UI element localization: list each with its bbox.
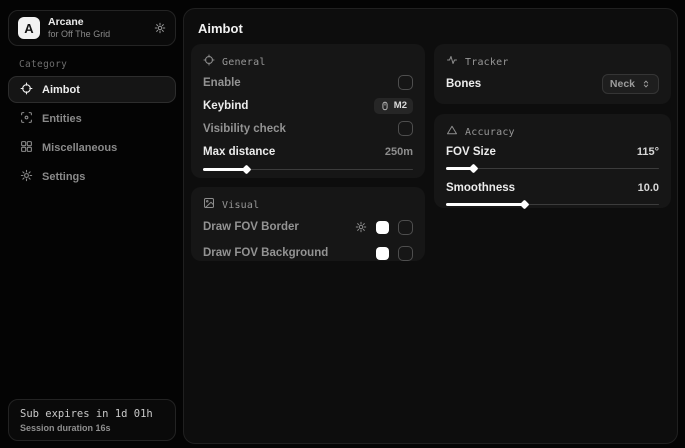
app-name: Arcane xyxy=(48,16,110,29)
card-title: General xyxy=(222,57,266,68)
fov-size-slider[interactable] xyxy=(446,164,659,172)
max-distance-slider[interactable] xyxy=(203,165,413,173)
sidebar-item-label: Settings xyxy=(42,171,85,183)
fov-size-label: FOV Size xyxy=(446,146,496,158)
smoothness-label: Smoothness xyxy=(446,182,515,194)
card-accuracy: Accuracy FOV Size 115° Smoothness 10.0 xyxy=(434,114,671,208)
fov-background-color-swatch[interactable] xyxy=(376,247,389,260)
main-panel: Aimbot General Enable Keybind M2 xyxy=(183,8,678,444)
activity-icon xyxy=(446,53,458,71)
gear-icon[interactable] xyxy=(355,221,367,233)
subscription-card: Sub expires in 1d 01h Session duration 1… xyxy=(8,399,176,441)
enable-checkbox[interactable] xyxy=(398,75,413,90)
grid-icon xyxy=(20,140,33,156)
slider-thumb[interactable] xyxy=(468,164,478,174)
fov-border-color-swatch[interactable] xyxy=(376,221,389,234)
sidebar-item-aimbot[interactable]: Aimbot xyxy=(8,76,176,103)
max-distance-value: 250m xyxy=(385,146,413,158)
fov-border-label: Draw FOV Border xyxy=(203,221,299,233)
app-logo: A xyxy=(18,17,40,39)
bones-label: Bones xyxy=(446,78,481,90)
triangle-icon xyxy=(446,123,458,141)
fov-border-checkbox[interactable] xyxy=(398,220,413,235)
gear-icon xyxy=(20,169,33,185)
fov-background-label: Draw FOV Background xyxy=(203,247,328,259)
app-header: A Arcane for Off The Grid xyxy=(8,10,176,46)
sidebar-item-label: Miscellaneous xyxy=(42,142,117,154)
smoothness-slider[interactable] xyxy=(446,200,659,208)
bones-select[interactable]: Neck xyxy=(602,74,659,94)
session-duration-text: Session duration 16s xyxy=(20,423,164,433)
sidebar: A Arcane for Off The Grid Category Aimbo… xyxy=(8,10,176,441)
fov-size-value: 115° xyxy=(637,146,659,158)
card-general: General Enable Keybind M2 Visibility che… xyxy=(191,44,425,178)
card-title: Accuracy xyxy=(465,127,515,138)
sidebar-item-label: Aimbot xyxy=(42,84,80,96)
smoothness-value: 10.0 xyxy=(638,182,659,194)
card-tracker: Tracker Bones Neck xyxy=(434,44,671,104)
gear-icon[interactable] xyxy=(154,22,166,34)
sidebar-item-miscellaneous[interactable]: Miscellaneous xyxy=(8,134,176,161)
image-icon xyxy=(203,196,215,214)
card-title: Visual xyxy=(222,200,259,211)
row-fov-border: Draw FOV Border xyxy=(203,215,413,239)
category-label: Category xyxy=(19,59,176,70)
visibility-checkbox[interactable] xyxy=(398,121,413,136)
keybind-label: Keybind xyxy=(203,100,248,112)
chevrons-up-down-icon xyxy=(641,79,651,89)
row-fov-background: Draw FOV Background xyxy=(203,241,413,265)
crosshair-icon xyxy=(203,53,215,71)
page-title: Aimbot xyxy=(198,21,243,36)
sidebar-item-label: Entities xyxy=(42,113,82,125)
sidebar-item-entities[interactable]: Entities xyxy=(8,105,176,132)
fov-background-checkbox[interactable] xyxy=(398,246,413,261)
max-distance-label: Max distance xyxy=(203,146,275,158)
crosshair-icon xyxy=(20,82,33,98)
row-enable: Enable xyxy=(203,72,413,93)
enable-label: Enable xyxy=(203,77,241,89)
sub-expiry-text: Sub expires in 1d 01h xyxy=(20,408,164,420)
row-bones: Bones Neck xyxy=(446,72,659,96)
row-max-distance: Max distance 250m xyxy=(203,141,413,162)
sidebar-item-settings[interactable]: Settings xyxy=(8,163,176,190)
scan-icon xyxy=(20,111,33,127)
slider-thumb[interactable] xyxy=(242,165,252,175)
row-smoothness: Smoothness 10.0 xyxy=(446,178,659,197)
keybind-button[interactable]: M2 xyxy=(374,98,413,114)
row-fov-size: FOV Size 115° xyxy=(446,142,659,161)
card-visual: Visual Draw FOV Border Draw FOV Backgrou… xyxy=(191,187,425,261)
card-title: Tracker xyxy=(465,57,509,68)
slider-thumb[interactable] xyxy=(519,200,529,210)
app-subtitle: for Off The Grid xyxy=(48,29,110,40)
row-visibility-check: Visibility check xyxy=(203,118,413,139)
mouse-icon xyxy=(380,101,390,111)
visibility-check-label: Visibility check xyxy=(203,123,286,135)
row-keybind: Keybind M2 xyxy=(203,95,413,116)
